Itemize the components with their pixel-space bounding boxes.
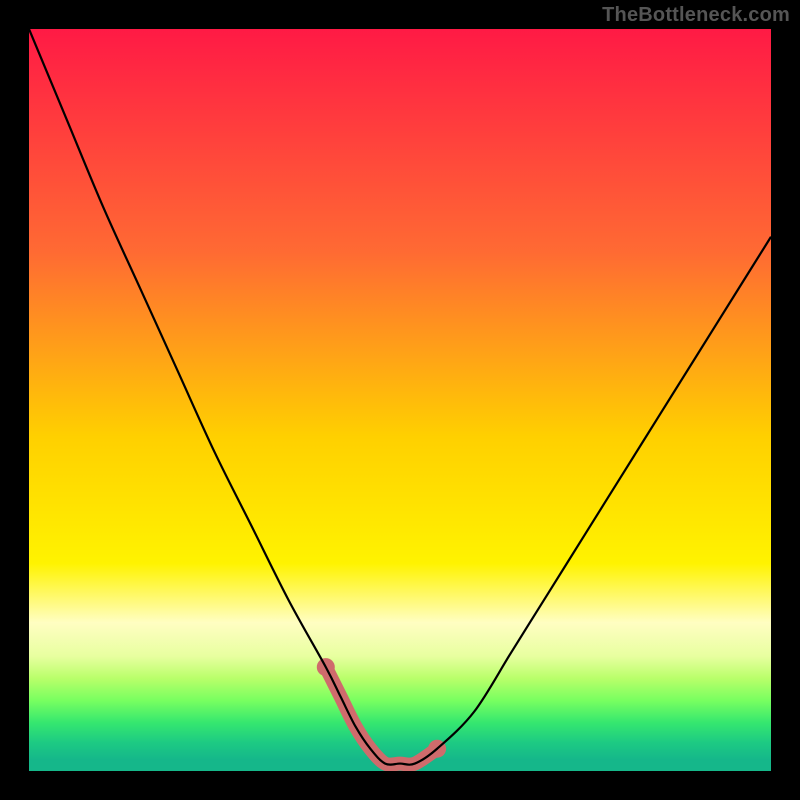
watermark-label: TheBottleneck.com: [602, 4, 790, 27]
chart-frame: TheBottleneck.com: [0, 0, 800, 800]
chart-svg: [29, 29, 771, 771]
plot-area: [29, 29, 771, 771]
chart-background: [29, 29, 771, 771]
